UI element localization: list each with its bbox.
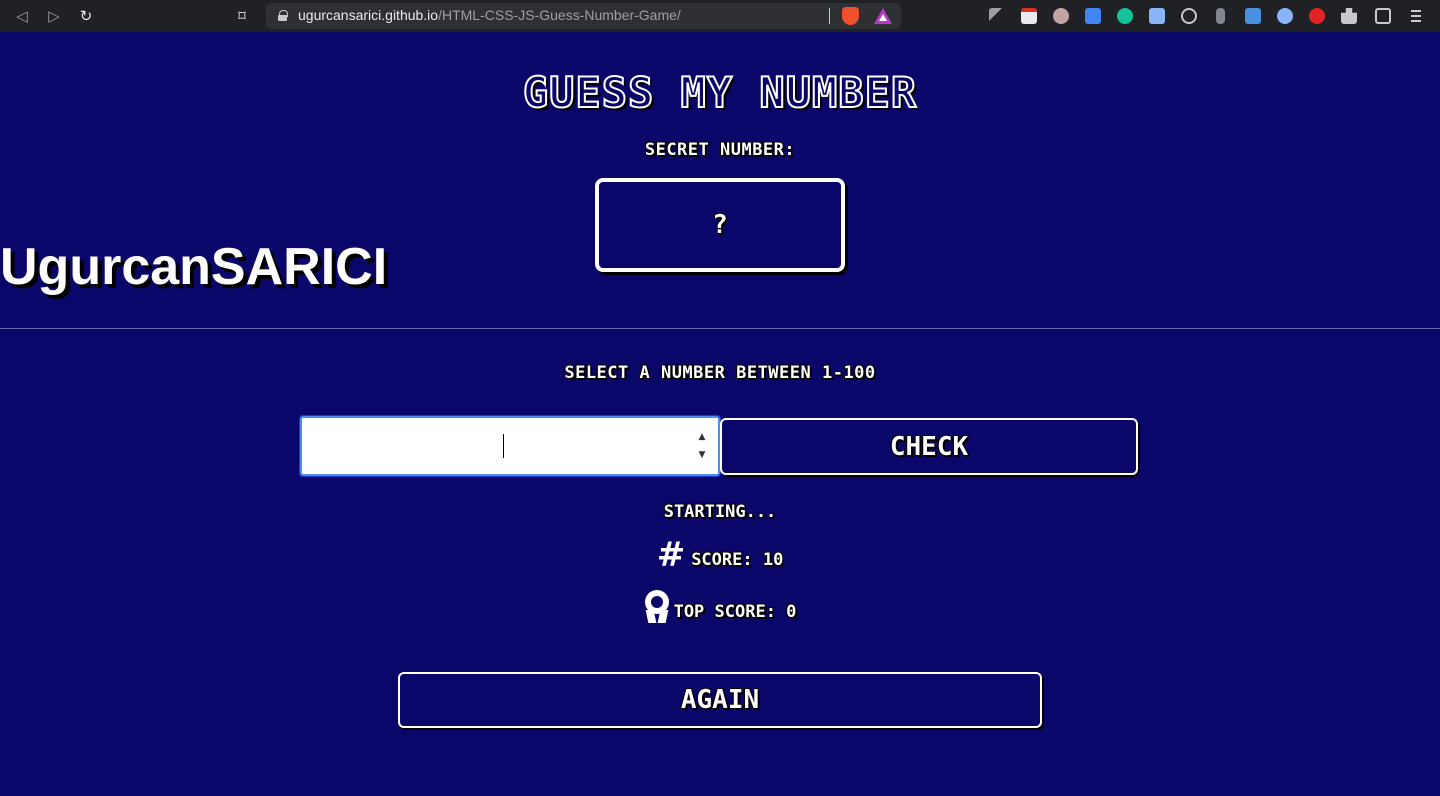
- brave-rewards-icon[interactable]: [874, 8, 892, 24]
- wallet-icon[interactable]: [1375, 8, 1391, 24]
- check-button[interactable]: CHECK: [720, 418, 1138, 475]
- bookmark-icon[interactable]: ⌑: [232, 6, 252, 26]
- again-button[interactable]: AGAIN: [398, 672, 1042, 728]
- vpn-extension-icon[interactable]: [1277, 8, 1293, 24]
- hash-icon: #: [656, 535, 686, 575]
- top-score-row: TOP SCORE: 0: [0, 590, 1440, 624]
- secret-number-box: ?: [595, 178, 845, 272]
- guess-input[interactable]: ▲ ▼: [299, 415, 721, 477]
- ink-extension-icon[interactable]: [1216, 8, 1225, 24]
- compass-extension-icon[interactable]: [1181, 8, 1197, 24]
- brave-shields-icon[interactable]: [842, 7, 859, 25]
- docs-extension-icon[interactable]: [1149, 8, 1165, 24]
- forward-icon[interactable]: ▷: [44, 6, 64, 26]
- divider: [0, 328, 1440, 329]
- back-icon[interactable]: ◁: [12, 6, 32, 26]
- address-bar[interactable]: ugurcansarici.github.io/HTML-CSS-JS-Gues…: [266, 3, 901, 29]
- translate-extension-icon[interactable]: [1085, 8, 1101, 24]
- browser-toolbar: ◁ ▷ ↻ ⌑ ugurcansarici.github.io/HTML-CSS…: [0, 0, 1440, 32]
- grammarly-icon[interactable]: [1117, 8, 1133, 24]
- download-extension-icon[interactable]: [1245, 8, 1261, 24]
- lock-icon: [278, 10, 288, 21]
- award-icon: [644, 590, 670, 624]
- extensions-puzzle-icon[interactable]: [1341, 8, 1357, 24]
- pen-extension-icon[interactable]: [989, 8, 1005, 24]
- menu-icon[interactable]: [1411, 10, 1421, 22]
- page-title: GUESS MY NUMBER: [522, 67, 918, 118]
- range-label: SELECT A NUMBER BETWEEN 1-100: [564, 363, 876, 383]
- author-name: UgurcanSARICI: [0, 238, 388, 296]
- url-text: ugurcansarici.github.io/HTML-CSS-JS-Gues…: [298, 7, 681, 23]
- video-speed-extension-icon[interactable]: [1309, 8, 1325, 24]
- secret-number-label: SECRET NUMBER:: [644, 140, 796, 160]
- text-caret: [503, 434, 504, 458]
- reload-icon[interactable]: ↻: [76, 6, 96, 26]
- number-stepper[interactable]: ▲ ▼: [696, 428, 708, 464]
- avatar-extension-icon[interactable]: [1053, 8, 1069, 24]
- url-path: /HTML-CSS-JS-Guess-Number-Game/: [438, 7, 681, 23]
- score-label: SCORE: 10: [691, 550, 784, 570]
- url-separator: [829, 8, 830, 24]
- score-row: # SCORE: 10: [0, 538, 1440, 572]
- status-message: STARTING...: [663, 502, 777, 522]
- top-score-label: TOP SCORE: 0: [673, 602, 797, 622]
- calendar-extension-icon[interactable]: [1021, 8, 1037, 24]
- game-page: GUESS MY NUMBER SECRET NUMBER: ? Ugurcan…: [0, 32, 1440, 796]
- url-host: ugurcansarici.github.io: [298, 7, 439, 23]
